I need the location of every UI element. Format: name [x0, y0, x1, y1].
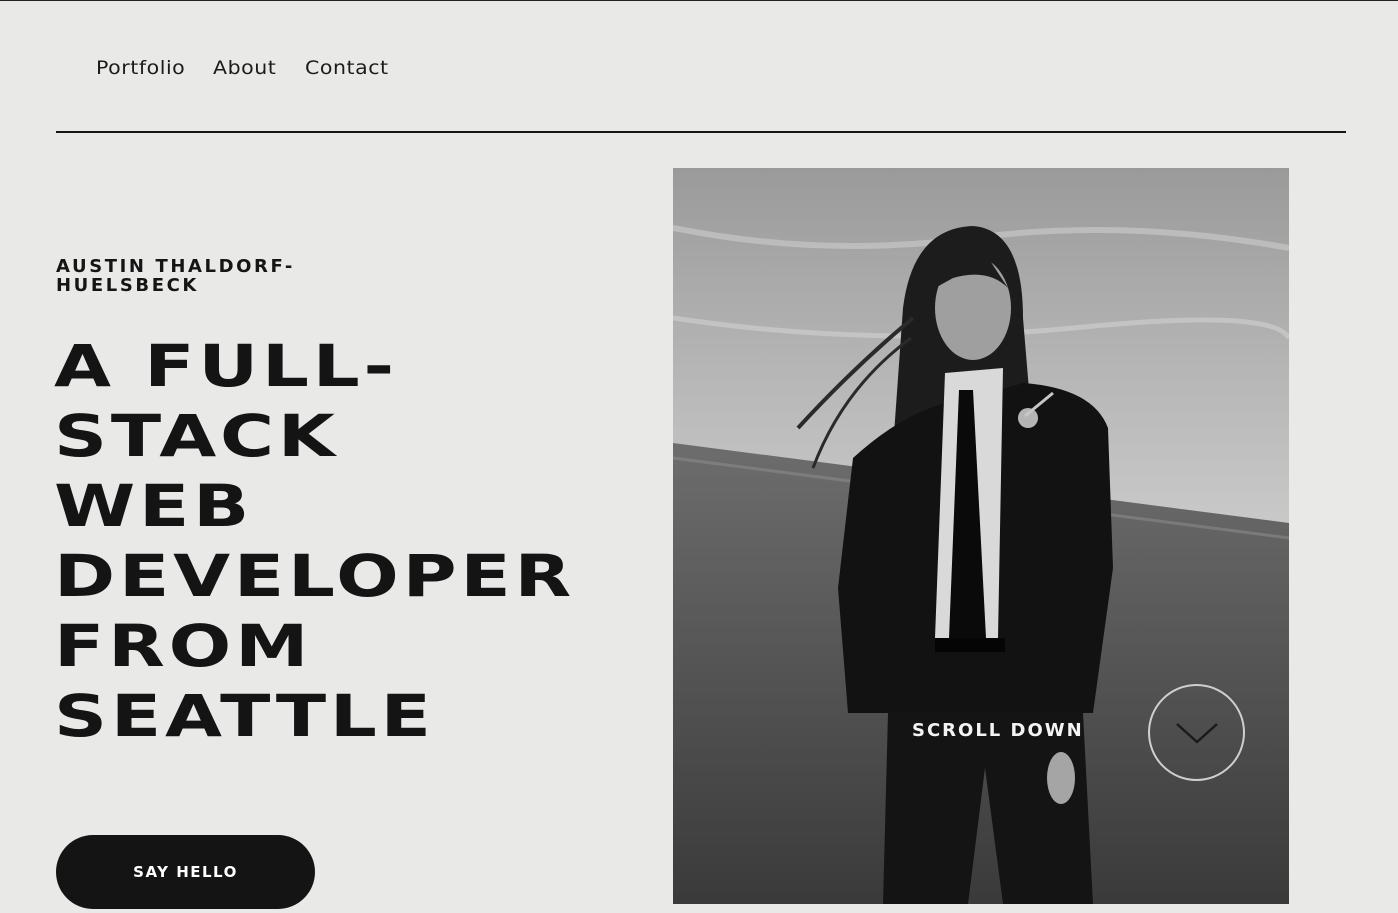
scroll-down-label: SCROLL DOWN: [912, 720, 1084, 741]
scroll-down-button[interactable]: [1148, 684, 1245, 781]
hero-headline: A FULL- STACK WEB DEVELOPER FROM SEATTLE: [54, 331, 694, 751]
portrait-photo: [673, 168, 1289, 904]
nav-link-about[interactable]: About: [213, 57, 276, 79]
nav-divider: [56, 131, 1346, 133]
page: Portfolio About Contact AUSTIN THALDORF-…: [0, 0, 1398, 913]
chevron-down-icon: [1175, 722, 1218, 744]
portrait-illustration: [673, 168, 1289, 904]
author-name: AUSTIN THALDORF-HUELSBECK: [56, 256, 295, 296]
nav-link-portfolio[interactable]: Portfolio: [96, 57, 185, 79]
say-hello-button[interactable]: SAY HELLO: [56, 835, 315, 909]
nav-link-contact[interactable]: Contact: [305, 57, 389, 79]
main-nav: Portfolio About Contact: [96, 57, 388, 79]
